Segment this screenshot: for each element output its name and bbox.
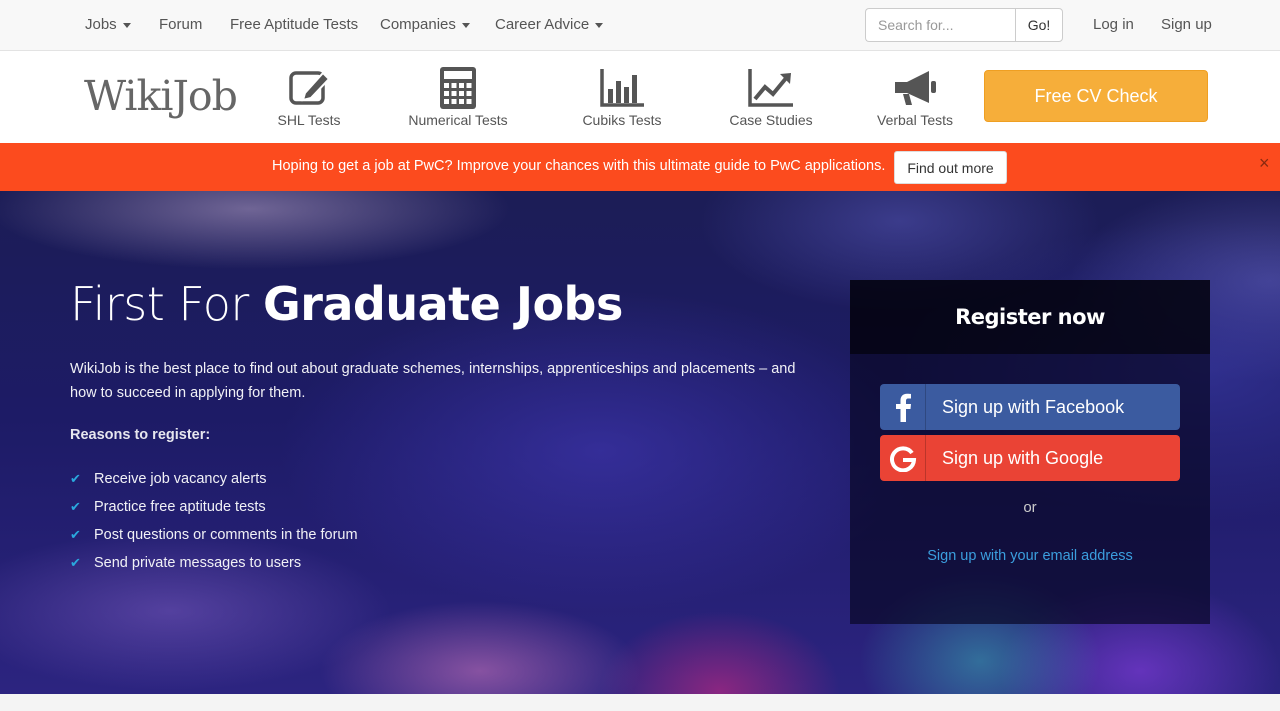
- bar-chart-icon: [600, 69, 644, 107]
- promo-banner: Hoping to get a job at PwC? Improve your…: [0, 143, 1280, 191]
- reason-text: Send private messages to users: [94, 555, 302, 571]
- hero-title: First For Graduate Jobs: [70, 277, 623, 331]
- facebook-signup-label: Sign up with Facebook: [942, 397, 1125, 417]
- nav-career-advice-label: Career Advice: [495, 16, 590, 33]
- reason-text: Post questions or comments in the forum: [94, 527, 358, 543]
- category-case-studies[interactable]: Case Studies: [729, 67, 813, 128]
- google-icon: [880, 435, 926, 481]
- category-cubiks-tests[interactable]: Cubiks Tests: [581, 67, 663, 128]
- category-label: Verbal Tests: [877, 112, 954, 128]
- check-icon: ✔: [70, 527, 81, 542]
- nav-career-advice-dropdown[interactable]: Career Advice: [495, 0, 604, 50]
- email-signup-link[interactable]: Sign up with your email address: [850, 548, 1210, 564]
- free-cv-check-button[interactable]: Free CV Check: [984, 70, 1208, 122]
- category-label: Case Studies: [729, 112, 813, 128]
- or-divider: or: [1023, 499, 1037, 516]
- wikijob-logo[interactable]: WikiJob: [84, 72, 238, 120]
- check-icon: ✔: [70, 555, 81, 570]
- site-header: WikiJob SHL Tests Numerical Tests Cubiks…: [0, 51, 1280, 143]
- hero-title-bold: Graduate Jobs: [262, 277, 623, 331]
- signup-link[interactable]: Sign up: [1161, 0, 1212, 50]
- nav-companies-dropdown[interactable]: Companies: [380, 0, 470, 50]
- caret-down-icon: [461, 22, 470, 28]
- find-out-more-button[interactable]: Find out more: [894, 151, 1007, 184]
- category-numerical-tests[interactable]: Numerical Tests: [408, 67, 508, 128]
- register-panel: Register now Sign up with Facebook Sign …: [850, 280, 1210, 624]
- nav-jobs-label: Jobs: [85, 16, 117, 33]
- caret-down-icon: [122, 22, 131, 28]
- category-shl-tests[interactable]: SHL Tests: [277, 67, 341, 128]
- list-item: ✔ Practice free aptitude tests: [70, 495, 358, 523]
- pencil-square-icon: [289, 71, 331, 105]
- reasons-list: ✔ Receive job vacancy alerts ✔ Practice fr…: [70, 467, 358, 579]
- calculator-icon: [440, 67, 476, 109]
- caret-down-icon: [595, 22, 604, 28]
- category-verbal-tests[interactable]: Verbal Tests: [877, 67, 953, 128]
- category-label: Numerical Tests: [408, 112, 508, 128]
- check-icon: ✔: [70, 499, 81, 514]
- nav-jobs-dropdown[interactable]: Jobs: [85, 0, 131, 50]
- google-signup-button[interactable]: Sign up with Google: [880, 435, 1180, 481]
- reasons-heading: Reasons to register:: [70, 427, 211, 443]
- facebook-signup-button[interactable]: Sign up with Facebook: [880, 384, 1180, 430]
- hero-description: WikiJob is the best place to find out ab…: [70, 361, 796, 401]
- hero-title-light: First For: [70, 277, 263, 331]
- top-navbar: Jobs Forum Free Aptitude Tests Companies…: [0, 0, 1280, 51]
- search-go-button[interactable]: Go!: [1015, 8, 1063, 42]
- nav-free-aptitude-tests[interactable]: Free Aptitude Tests: [230, 0, 358, 50]
- banner-text: Hoping to get a job at PwC? Improve your…: [272, 158, 886, 174]
- google-signup-label: Sign up with Google: [942, 448, 1104, 468]
- page-bottom-strip: [0, 694, 1280, 711]
- register-title: Register now: [850, 280, 1210, 354]
- megaphone-icon: [895, 71, 936, 105]
- category-label: SHL Tests: [277, 112, 341, 128]
- list-item: ✔ Receive job vacancy alerts: [70, 467, 358, 495]
- reason-text: Receive job vacancy alerts: [94, 471, 267, 487]
- login-link[interactable]: Log in: [1093, 0, 1134, 50]
- nav-forum[interactable]: Forum: [159, 0, 202, 50]
- facebook-icon: [880, 384, 926, 430]
- search-input[interactable]: [865, 8, 1016, 42]
- list-item: ✔ Post questions or comments in the forum: [70, 523, 358, 551]
- close-icon[interactable]: ×: [1259, 153, 1270, 173]
- list-item: ✔ Send private messages to users: [70, 551, 358, 579]
- nav-companies-label: Companies: [380, 16, 456, 33]
- line-chart-icon: [748, 69, 793, 107]
- reason-text: Practice free aptitude tests: [94, 499, 266, 515]
- check-icon: ✔: [70, 471, 81, 486]
- hero-section: First For Graduate Jobs WikiJob is the b…: [0, 191, 1280, 694]
- category-label: Cubiks Tests: [582, 112, 662, 128]
